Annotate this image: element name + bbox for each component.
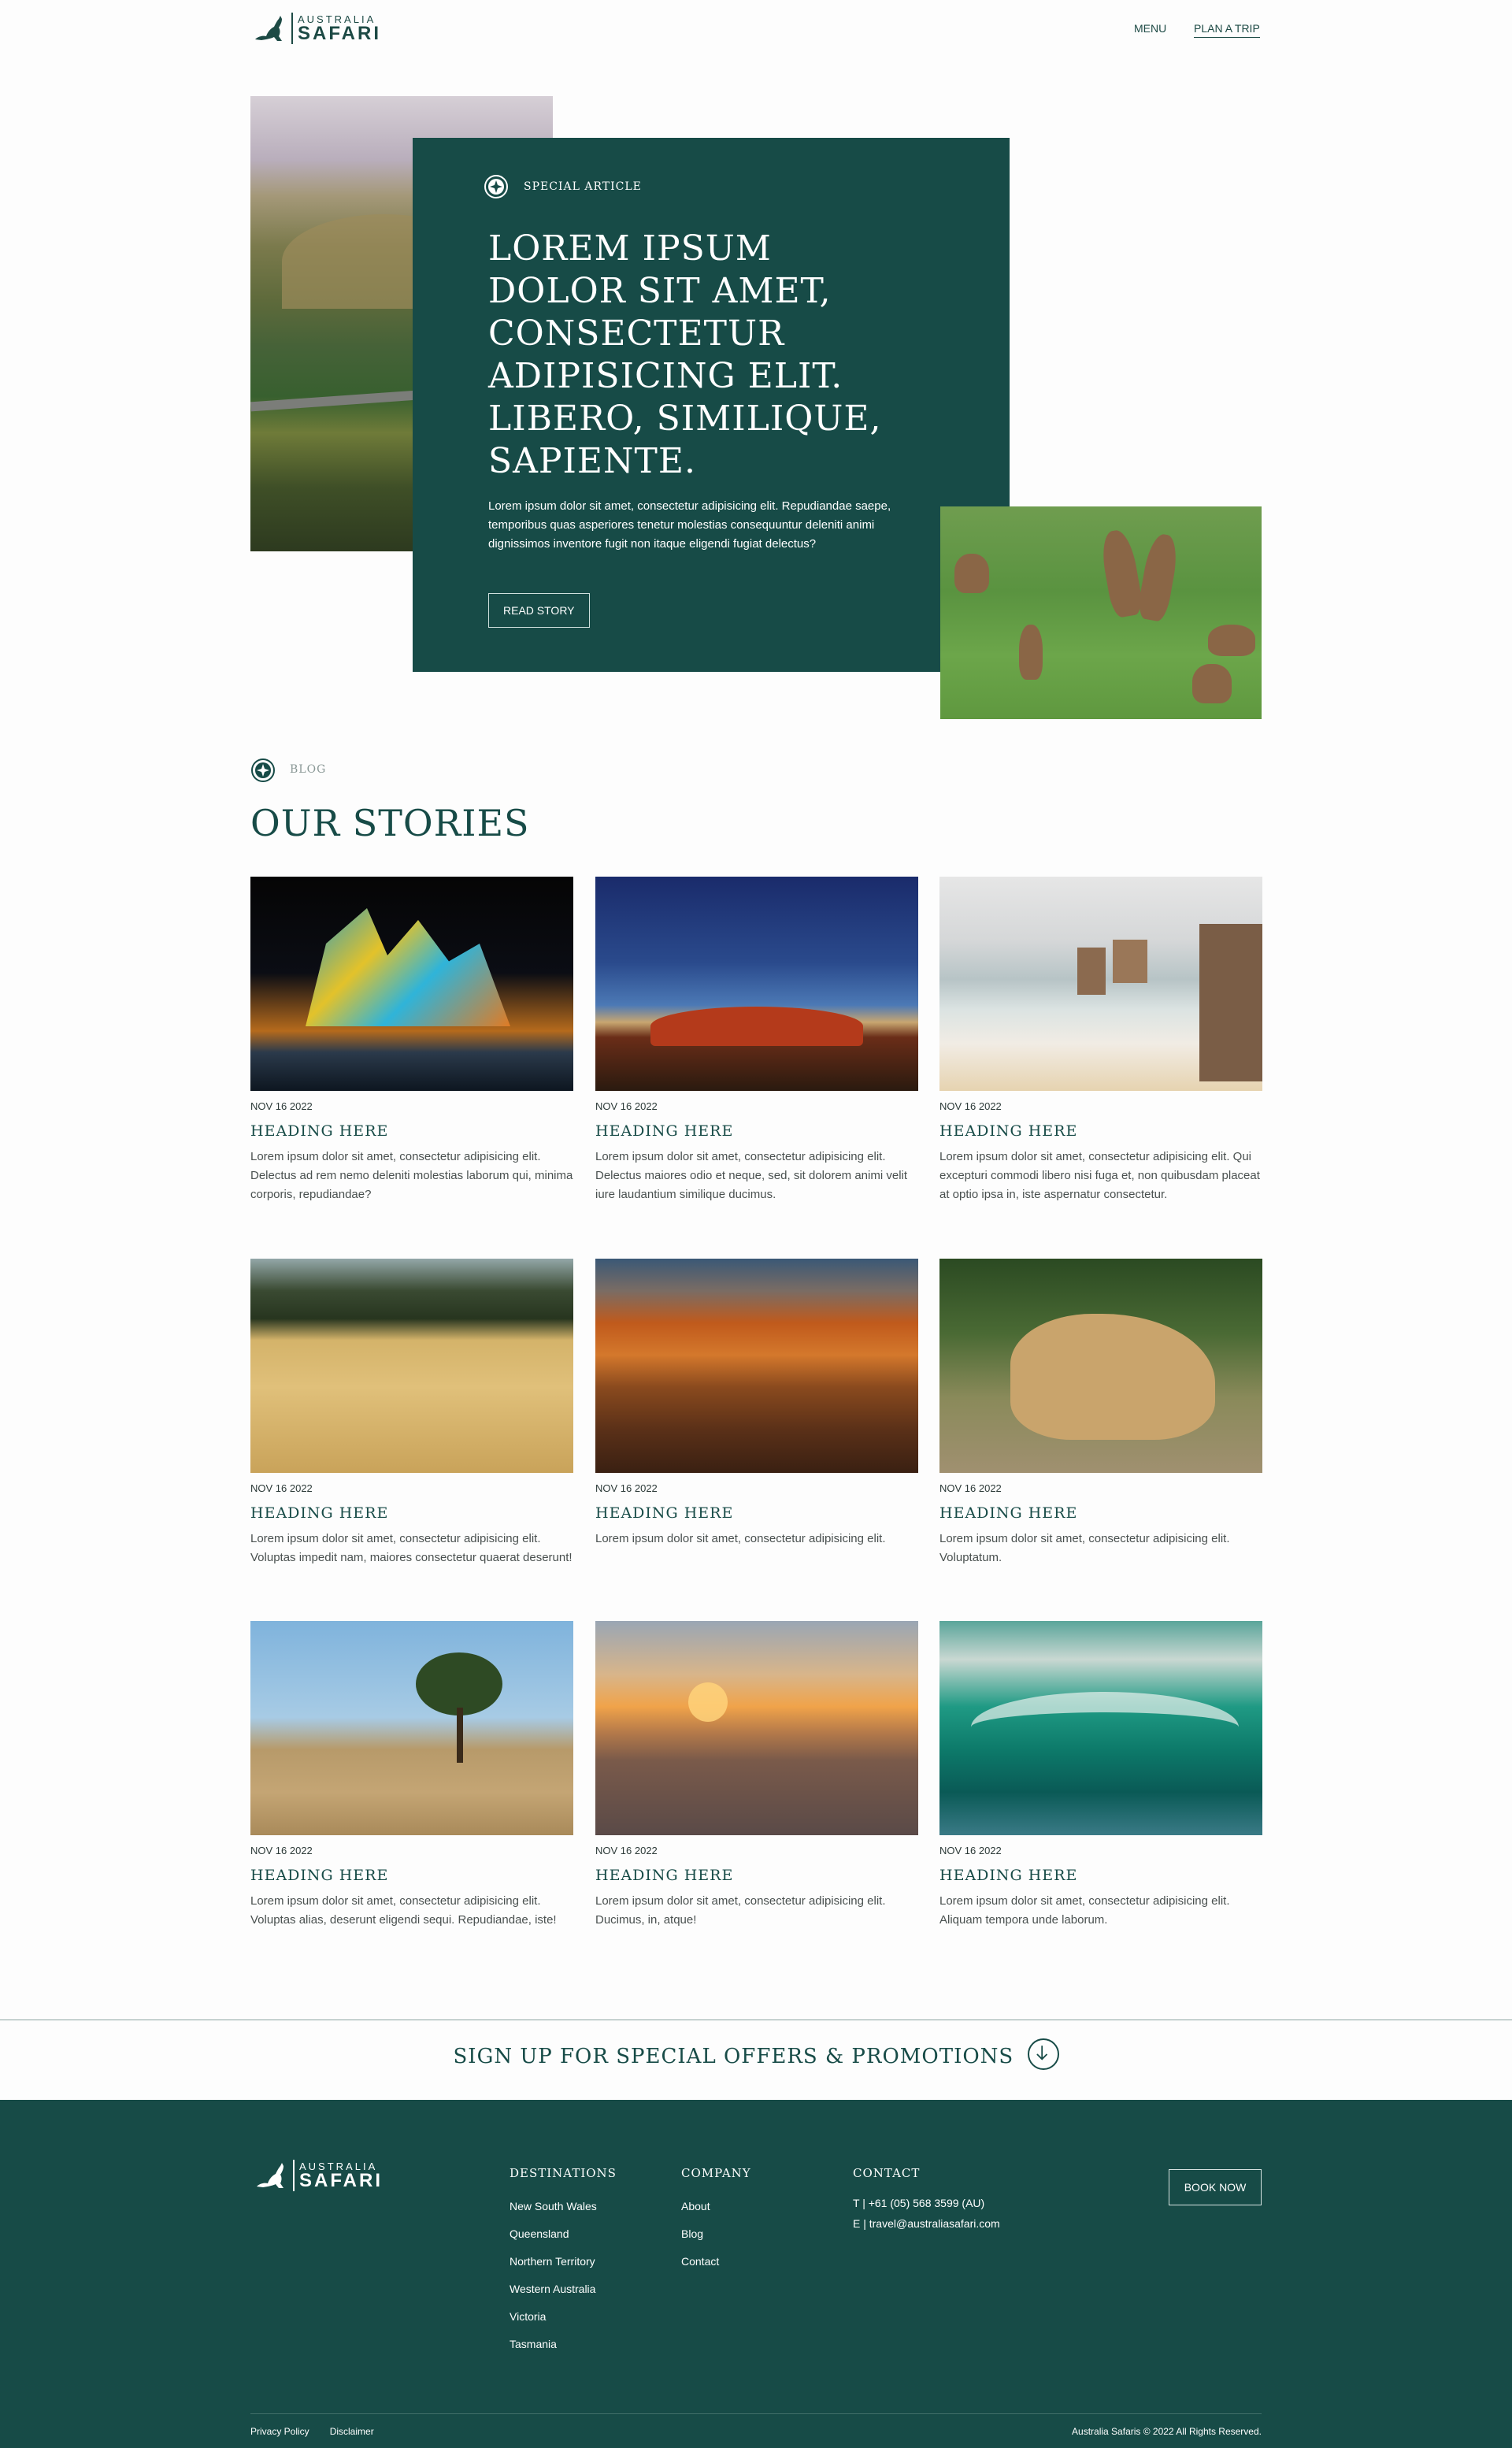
company-link[interactable]: About <box>681 2193 751 2220</box>
story-image[interactable] <box>250 877 573 1091</box>
story-date: NOV 16 2022 <box>595 1482 658 1494</box>
plan-trip-link[interactable]: PLAN A TRIP <box>1194 22 1260 38</box>
brand-wordmark: AUSTRALIA SAFARI <box>298 14 381 43</box>
story-image[interactable] <box>595 1621 918 1835</box>
signup-banner[interactable]: SIGN UP FOR SPECIAL OFFERS & PROMOTIONS <box>0 2038 1512 2073</box>
story-heading[interactable]: HEADING HERE <box>595 1504 918 1522</box>
story-excerpt: Lorem ipsum dolor sit amet, consectetur … <box>250 1150 573 1201</box>
copyright: Australia Safaris © 2022 All Rights Rese… <box>1072 2426 1262 2437</box>
special-article-card: SPECIAL ARTICLE LOREM IPSUM DOLOR SIT AM… <box>413 138 1010 672</box>
story-date: NOV 16 2022 <box>250 1100 313 1112</box>
story-card[interactable]: NOV 16 2022 HEADING HERE Lorem ipsum dol… <box>939 1621 1262 1930</box>
story-image[interactable] <box>250 1621 573 1835</box>
story-card[interactable]: NOV 16 2022 HEADING HERE Lorem ipsum dol… <box>939 1259 1262 1567</box>
story-heading[interactable]: HEADING HERE <box>595 1867 918 1884</box>
logo-divider <box>293 2160 295 2191</box>
menu-link[interactable]: MENU <box>1134 22 1166 35</box>
arrow-down-icon[interactable] <box>1027 2038 1059 2070</box>
brand-logo[interactable]: AUSTRALIA SAFARI <box>250 13 381 44</box>
story-excerpt: Lorem ipsum dolor sit amet, consectetur … <box>250 1894 557 1927</box>
kangaroo-icon <box>255 16 282 41</box>
signup-text[interactable]: SIGN UP FOR SPECIAL OFFERS & PROMOTIONS <box>453 2045 1014 2068</box>
destination-link[interactable]: Queensland <box>510 2220 617 2248</box>
brand-line-2: SAFARI <box>299 2169 384 2191</box>
story-heading[interactable]: HEADING HERE <box>250 1122 573 1140</box>
company-heading: COMPANY <box>681 2166 751 2180</box>
contact-phone[interactable]: T | +61 (05) 568 3599 (AU) <box>853 2193 1000 2213</box>
footer-brand-logo[interactable]: AUSTRALIA SAFARI <box>252 2160 383 2191</box>
story-excerpt: Lorem ipsum dolor sit amet, consectetur … <box>595 1894 886 1927</box>
story-image[interactable] <box>939 1621 1262 1835</box>
brand-wordmark: AUSTRALIA SAFARI <box>299 2161 383 2190</box>
destinations-heading: DESTINATIONS <box>510 2166 617 2180</box>
story-image[interactable] <box>595 1259 918 1473</box>
hero-kangaroos-image <box>940 506 1262 719</box>
read-story-button[interactable]: READ STORY <box>488 593 590 628</box>
privacy-policy-link[interactable]: Privacy Policy <box>250 2426 309 2437</box>
story-card[interactable]: NOV 16 2022 HEADING HERE Lorem ipsum dol… <box>595 1259 918 1549</box>
story-excerpt: Lorem ipsum dolor sit amet, consectetur … <box>250 1532 573 1564</box>
site-header: AUSTRALIA SAFARI MENU PLAN A TRIP <box>0 0 1512 60</box>
story-card[interactable]: NOV 16 2022 HEADING HERE Lorem ipsum dol… <box>250 877 573 1204</box>
story-date: NOV 16 2022 <box>250 1845 313 1856</box>
story-date: NOV 16 2022 <box>595 1100 658 1112</box>
story-image[interactable] <box>250 1259 573 1473</box>
company-link[interactable]: Contact <box>681 2248 751 2276</box>
compass-star-icon <box>484 175 508 198</box>
footer-divider <box>250 2413 1262 2414</box>
story-image[interactable] <box>939 1259 1262 1473</box>
story-date: NOV 16 2022 <box>939 1482 1002 1494</box>
book-now-button[interactable]: BOOK NOW <box>1169 2169 1262 2205</box>
blog-eyebrow: BLOG <box>290 763 327 776</box>
footer-company: COMPANY About Blog Contact <box>681 2166 751 2276</box>
story-excerpt: Lorem ipsum dolor sit amet, consectetur … <box>939 1532 1230 1564</box>
story-card[interactable]: NOV 16 2022 HEADING HERE Lorem ipsum dol… <box>250 1259 573 1567</box>
story-excerpt: Lorem ipsum dolor sit amet, consectetur … <box>595 1532 886 1545</box>
destination-link[interactable]: Western Australia <box>510 2276 617 2303</box>
story-date: NOV 16 2022 <box>939 1100 1002 1112</box>
logo-divider <box>291 13 293 44</box>
destination-link[interactable]: Victoria <box>510 2303 617 2331</box>
footer-destinations: DESTINATIONS New South Wales Queensland … <box>510 2166 617 2358</box>
kangaroo-icon <box>257 2163 284 2188</box>
story-card[interactable]: NOV 16 2022 HEADING HERE Lorem ipsum dol… <box>250 1621 573 1930</box>
story-excerpt: Lorem ipsum dolor sit amet, consectetur … <box>939 1894 1230 1927</box>
contact-email[interactable]: E | travel@australiasafari.com <box>853 2213 1000 2234</box>
disclaimer-link[interactable]: Disclaimer <box>330 2426 374 2437</box>
brand-line-2: SAFARI <box>298 22 382 44</box>
section-title: OUR STORIES <box>250 802 530 844</box>
story-heading[interactable]: HEADING HERE <box>595 1122 918 1140</box>
story-heading[interactable]: HEADING HERE <box>250 1504 573 1522</box>
hero-body: Lorem ipsum dolor sit amet, consectetur … <box>488 499 891 551</box>
site-footer: AUSTRALIA SAFARI DESTINATIONS New South … <box>0 2100 1512 2448</box>
story-excerpt: Lorem ipsum dolor sit amet, consectetur … <box>939 1150 1260 1201</box>
story-card[interactable]: NOV 16 2022 HEADING HERE Lorem ipsum dol… <box>595 1621 918 1930</box>
contact-heading: CONTACT <box>853 2166 921 2180</box>
footer-legal-links: Privacy Policy Disclaimer <box>250 2426 374 2437</box>
story-excerpt: Lorem ipsum dolor sit amet, consectetur … <box>595 1150 908 1201</box>
destination-link[interactable]: Northern Territory <box>510 2248 617 2276</box>
compass-star-icon <box>251 759 275 782</box>
story-image[interactable] <box>595 877 918 1091</box>
destination-link[interactable]: New South Wales <box>510 2193 617 2220</box>
story-card[interactable]: NOV 16 2022 HEADING HERE Lorem ipsum dol… <box>939 877 1262 1204</box>
story-image[interactable] <box>939 877 1262 1091</box>
story-heading[interactable]: HEADING HERE <box>939 1504 1262 1522</box>
story-heading[interactable]: HEADING HERE <box>939 1867 1262 1884</box>
story-date: NOV 16 2022 <box>595 1845 658 1856</box>
story-heading[interactable]: HEADING HERE <box>939 1122 1262 1140</box>
story-heading[interactable]: HEADING HERE <box>250 1867 573 1884</box>
hero-title: LOREM IPSUM DOLOR SIT AMET, CONSECTETUR … <box>488 228 882 481</box>
company-link[interactable]: Blog <box>681 2220 751 2248</box>
destination-link[interactable]: Tasmania <box>510 2331 617 2358</box>
story-card[interactable]: NOV 16 2022 HEADING HERE Lorem ipsum dol… <box>595 877 918 1204</box>
footer-contact: CONTACT T | +61 (05) 568 3599 (AU) E | t… <box>853 2166 1000 2234</box>
story-date: NOV 16 2022 <box>939 1845 1002 1856</box>
story-date: NOV 16 2022 <box>250 1482 313 1494</box>
hero-eyebrow: SPECIAL ARTICLE <box>524 180 642 193</box>
